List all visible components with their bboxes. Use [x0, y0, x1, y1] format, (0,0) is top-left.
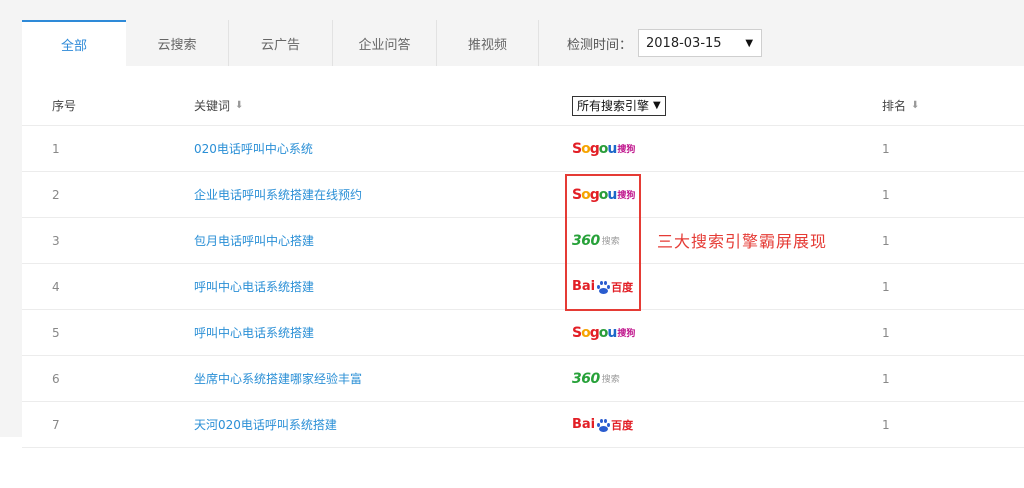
table-row: 1 020电话呼叫中心系统 So g o u 搜狗 1	[22, 126, 1024, 172]
keyword-link[interactable]: 天河020电话呼叫系统搭建	[194, 416, 337, 433]
date-filter: 检测时间： 2018-03-15 ▼	[539, 20, 763, 66]
row-index: 1	[52, 141, 60, 156]
header-keyword-label: 关键词	[194, 99, 231, 113]
date-select-value: 2018-03-15	[646, 35, 722, 51]
keyword-link[interactable]: 坐席中心系统搭建哪家经验丰富	[194, 370, 362, 387]
results-table: 序号 关键词 ⬇ 所有搜索引擎 ▼ 排名 ⬇ 1 020电话呼叫中心系统 Sogo…	[22, 86, 1024, 448]
top-strip	[0, 0, 1024, 20]
engine-select[interactable]: 所有搜索引擎 ▼	[572, 95, 666, 116]
sort-down-icon[interactable]: ⬇	[911, 100, 919, 111]
row-index: 4	[52, 279, 60, 294]
row-index: 2	[52, 187, 60, 202]
row-rank: 1	[882, 417, 890, 432]
row-engine: So g o u 搜狗	[572, 126, 635, 171]
row-rank: 1	[882, 233, 890, 248]
table-row: 5 呼叫中心电话系统搭建 So g o u 搜狗 1	[22, 310, 1024, 356]
tab-cloud-ads[interactable]: 云广告	[229, 20, 333, 66]
row-index: 6	[52, 371, 60, 386]
engine-select-value: 所有搜索引擎	[577, 99, 650, 113]
keyword-link[interactable]: 企业电话呼叫系统搭建在线预约	[194, 186, 362, 203]
table-row: 7 天河020电话呼叫系统搭建 Bai 百度 1	[22, 402, 1024, 448]
row-index: 7	[52, 417, 60, 432]
row-engine: So g o u 搜狗	[572, 310, 635, 355]
row-rank: 1	[882, 371, 890, 386]
header-keyword[interactable]: 关键词 ⬇	[194, 86, 243, 125]
row-keyword: 企业电话呼叫系统搭建在线预约	[194, 172, 362, 217]
row-engine: Bai 百度	[572, 402, 633, 447]
left-strip	[0, 0, 22, 437]
header-index: 序号	[52, 99, 77, 113]
tab-enterprise-qa[interactable]: 企业问答	[333, 20, 437, 66]
keyword-link[interactable]: 呼叫中心电话系统搭建	[194, 324, 314, 341]
row-keyword: 呼叫中心电话系统搭建	[194, 310, 314, 355]
row-rank: 1	[882, 141, 890, 156]
sogou-logo: So g o u 搜狗	[572, 324, 636, 341]
tab-all[interactable]: 全部	[22, 20, 126, 67]
sort-down-icon[interactable]: ⬇	[235, 100, 243, 111]
header-engine: 所有搜索引擎 ▼	[572, 86, 666, 125]
row-rank: 1	[882, 325, 890, 340]
table-row: 3 包月电话呼叫中心搭建 360 搜索 1	[22, 218, 1024, 264]
row-index: 5	[52, 325, 60, 340]
table-header: 序号 关键词 ⬇ 所有搜索引擎 ▼ 排名 ⬇	[22, 86, 1024, 126]
row-rank: 1	[882, 279, 890, 294]
header-rank-label: 排名	[882, 99, 907, 113]
table-row: 2 企业电话呼叫系统搭建在线预约 So g o u 搜狗 1	[22, 172, 1024, 218]
table-row: 6 坐席中心系统搭建哪家经验丰富 360 搜索 1	[22, 356, 1024, 402]
caret-down-icon: ▼	[653, 100, 661, 111]
header-rank[interactable]: 排名 ⬇	[882, 86, 919, 125]
keyword-link[interactable]: 包月电话呼叫中心搭建	[194, 232, 314, 249]
tab-push-video[interactable]: 推视频	[437, 20, 539, 66]
row-keyword: 包月电话呼叫中心搭建	[194, 218, 314, 263]
table-row: 4 呼叫中心电话系统搭建 Bai 百度 1	[22, 264, 1024, 310]
row-keyword: 坐席中心系统搭建哪家经验丰富	[194, 356, 362, 401]
row-index: 3	[52, 233, 60, 248]
date-filter-label: 检测时间：	[567, 37, 633, 53]
paw-icon	[596, 418, 611, 432]
row-keyword: 呼叫中心电话系统搭建	[194, 264, 314, 309]
row-keyword: 020电话呼叫中心系统	[194, 126, 313, 171]
caret-down-icon: ▼	[745, 37, 754, 49]
highlight-box	[565, 174, 641, 311]
row-rank: 1	[882, 187, 890, 202]
row-engine: 360 搜索	[572, 356, 620, 401]
360-search-logo: 360 搜索	[572, 370, 620, 387]
baidu-logo: Bai 百度	[572, 417, 634, 432]
tab-cloud-search[interactable]: 云搜索	[126, 20, 229, 66]
row-keyword: 天河020电话呼叫系统搭建	[194, 402, 337, 447]
keyword-link[interactable]: 呼叫中心电话系统搭建	[194, 278, 314, 295]
sogou-logo: So g o u 搜狗	[572, 140, 636, 157]
annotation-text: 三大搜索引擎霸屏展现	[657, 232, 828, 251]
date-select[interactable]: 2018-03-15 ▼	[638, 29, 763, 57]
tab-bar: 全部 云搜索 云广告 企业问答 推视频 检测时间： 2018-03-15 ▼	[22, 20, 1024, 67]
keyword-link[interactable]: 020电话呼叫中心系统	[194, 140, 313, 157]
